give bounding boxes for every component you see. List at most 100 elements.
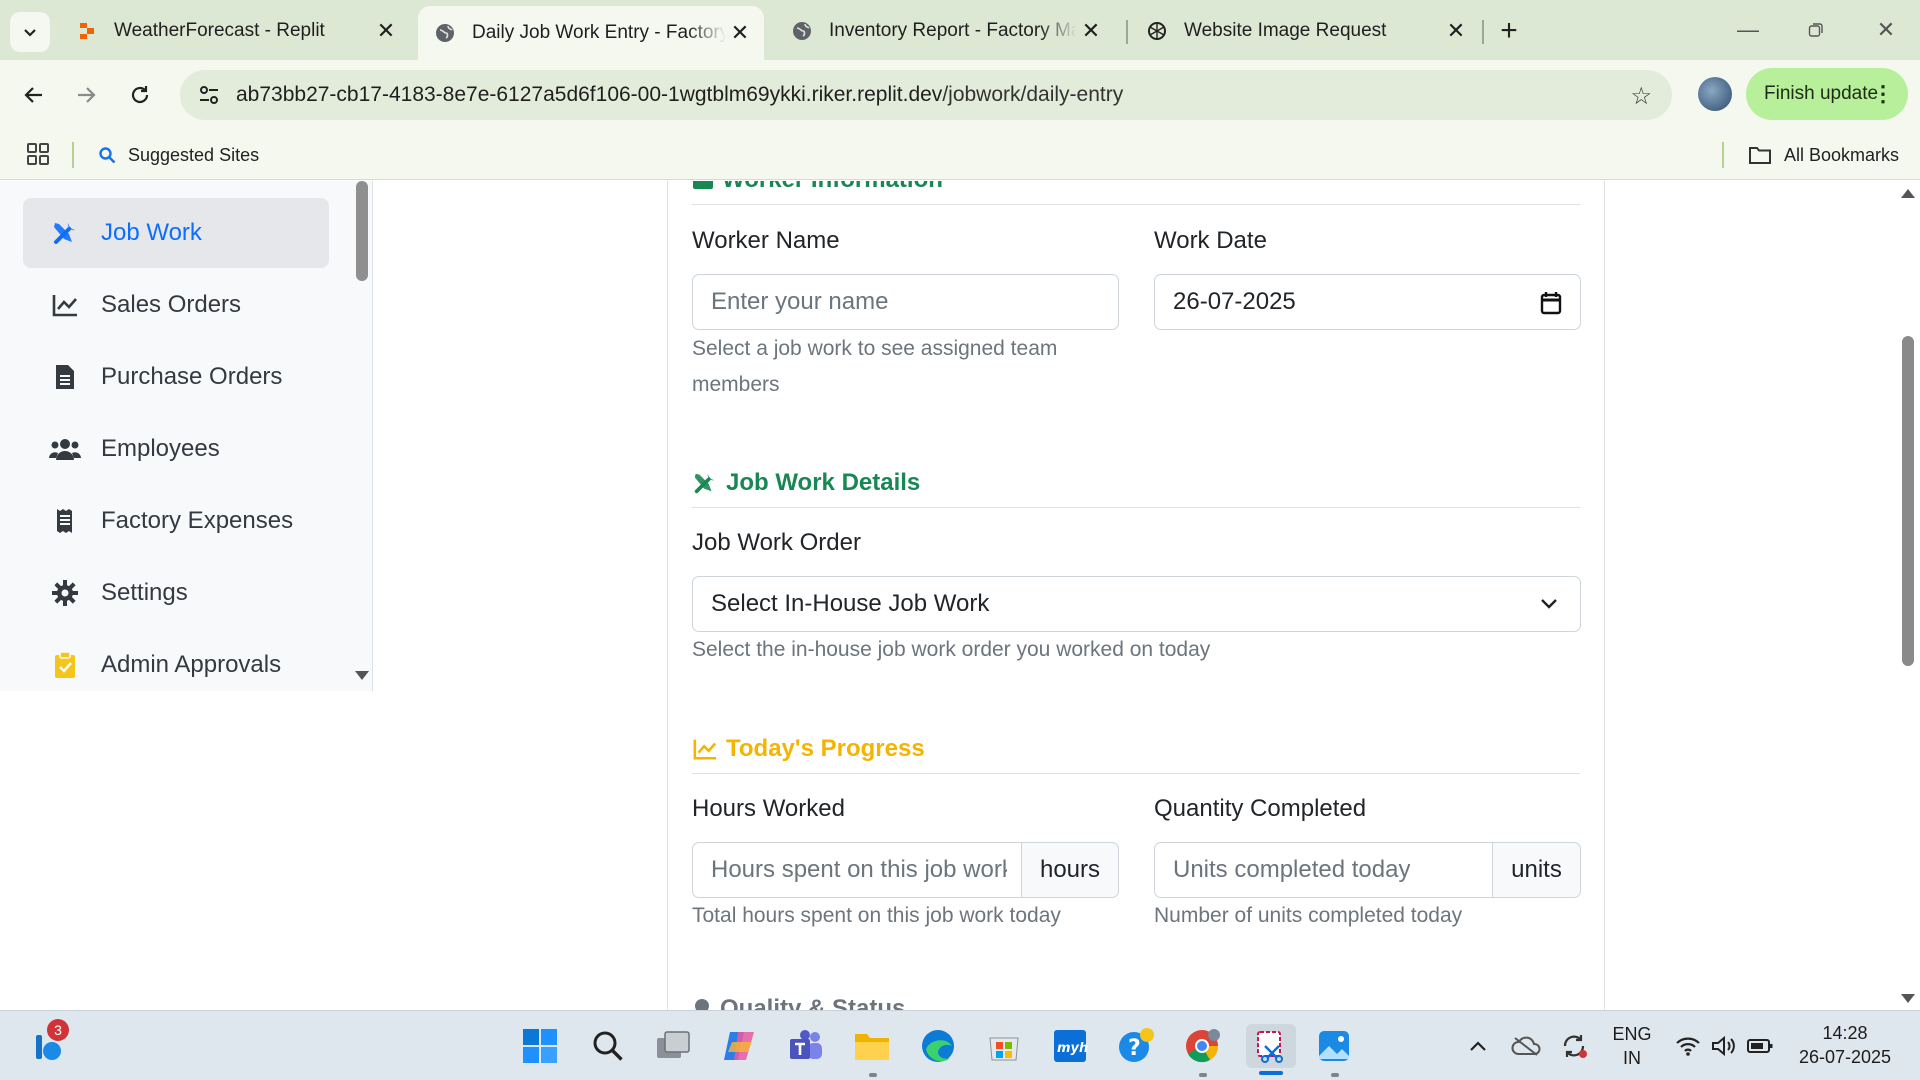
region-code: IN (1623, 1048, 1641, 1068)
finish-update-button[interactable]: Finish update ⋮ (1746, 68, 1908, 120)
clipboard-check-icon (47, 651, 83, 679)
worker-name-input[interactable]: Enter your name (692, 274, 1119, 330)
scroll-up-arrow-icon[interactable] (1901, 189, 1915, 198)
onedrive-icon[interactable] (1504, 1024, 1548, 1068)
get-help-icon[interactable]: ? (1114, 1024, 1158, 1068)
close-tab-icon[interactable]: ✕ (726, 19, 754, 47)
work-date-value: 26-07-2025 (1173, 288, 1296, 315)
users-icon (47, 437, 83, 461)
language-indicator[interactable]: ENG IN (1604, 1022, 1660, 1070)
copilot-icon[interactable] (718, 1024, 762, 1068)
search-icon[interactable] (586, 1024, 630, 1068)
openai-icon (1146, 20, 1168, 42)
chevron-up-icon[interactable] (1456, 1024, 1500, 1068)
section-worker-information: Worker Information (692, 181, 1580, 205)
tab-title: Website Image Request (1184, 20, 1387, 41)
tab-search-button[interactable] (10, 12, 50, 52)
widgets-badge: 3 (47, 1019, 69, 1041)
url-host: ab73bb27-cb17-4183-8e7e-6127a5d6f106-00-… (236, 83, 943, 106)
gear-icon (47, 579, 83, 607)
edge-icon[interactable] (916, 1024, 960, 1068)
tab-title: WeatherForecast - Replit (114, 20, 325, 41)
minimize-icon[interactable]: — (1718, 10, 1778, 50)
task-view-icon[interactable] (652, 1024, 696, 1068)
sync-icon[interactable] (1552, 1024, 1596, 1068)
chart-line-icon (692, 737, 718, 761)
clock[interactable]: 14:28 26-07-2025 (1786, 1021, 1904, 1069)
tab-separator (1482, 20, 1484, 44)
more-menu-icon[interactable]: ⋮ (1872, 81, 1894, 107)
scroll-down-arrow-icon[interactable] (1901, 994, 1915, 1003)
microsoft-store-icon[interactable] (982, 1024, 1026, 1068)
work-date-label: Work Date (1154, 227, 1267, 254)
tab-weatherforecast[interactable]: WeatherForecast - Replit ✕ (60, 10, 410, 52)
url-text: ab73bb27-cb17-4183-8e7e-6127a5d6f106-00-… (236, 83, 1123, 107)
restore-icon[interactable] (1786, 10, 1846, 50)
close-tab-icon[interactable]: ✕ (1442, 17, 1470, 45)
section-title: Worker Information (722, 181, 943, 194)
tab-daily-job-work-entry[interactable]: Daily Job Work Entry - Factory M ✕ (418, 6, 764, 60)
profile-avatar[interactable] (1698, 77, 1732, 111)
tab-inventory-report[interactable]: Inventory Report - Factory Man ✕ (775, 10, 1115, 52)
sidebar-item-label: Purchase Orders (101, 363, 283, 390)
sidebar-item-factory-expenses[interactable]: Factory Expenses (23, 486, 329, 556)
work-date-input[interactable]: 26-07-2025 (1154, 274, 1581, 330)
bookmark-star-icon[interactable]: ☆ (1630, 82, 1652, 111)
page-viewport: Job Work Sales Orders Purchase Orders Em… (0, 181, 1920, 1010)
calendar-icon[interactable] (1540, 291, 1562, 315)
file-explorer-icon[interactable] (850, 1024, 894, 1068)
bookmarks-bar: Suggested Sites All Bookmarks (0, 130, 1920, 180)
address-bar[interactable]: ab73bb27-cb17-4183-8e7e-6127a5d6f106-00-… (180, 70, 1672, 120)
tab-website-image-request[interactable]: Website Image Request ✕ (1130, 10, 1480, 52)
page-scrollbar-thumb[interactable] (1902, 336, 1914, 666)
open-app-indicator (1331, 1073, 1339, 1077)
tab-title: Daily Job Work Entry - Factory M (472, 22, 726, 43)
chrome-icon[interactable] (1180, 1024, 1224, 1068)
section-quality-status: Quality & Status (692, 984, 1580, 1010)
apps-grid-icon[interactable] (26, 142, 50, 171)
receipt-icon (47, 507, 83, 535)
sidebar-item-employees[interactable]: Employees (23, 414, 329, 484)
bookmark-label: All Bookmarks (1784, 144, 1900, 165)
quantity-completed-input[interactable]: Units completed today (1154, 842, 1493, 898)
sidebar-item-purchase-orders[interactable]: Purchase Orders (23, 342, 329, 412)
photos-icon[interactable] (1312, 1024, 1356, 1068)
job-work-order-help: Select the in-house job work order you w… (692, 638, 1211, 661)
sidebar-item-label: Sales Orders (101, 291, 242, 318)
hours-worked-input[interactable]: Hours spent on this job work (692, 842, 1022, 898)
job-work-order-select[interactable]: Select In-House Job Work (692, 576, 1581, 632)
scroll-down-arrow-icon[interactable] (355, 671, 369, 680)
sidebar-item-job-work[interactable]: Job Work (23, 198, 329, 268)
myhp-icon[interactable]: myhp (1048, 1024, 1092, 1068)
language-code: ENG (1612, 1024, 1652, 1044)
all-bookmarks-button[interactable]: All Bookmarks (1748, 138, 1899, 172)
forward-icon[interactable] (66, 75, 106, 115)
section-title: Quality & Status (720, 995, 906, 1010)
sidebar-item-admin-approvals[interactable]: Admin Approvals (23, 630, 329, 691)
sidebar-item-settings[interactable]: Settings (23, 558, 329, 628)
globe-icon (791, 20, 813, 42)
start-icon[interactable] (518, 1024, 562, 1068)
worker-name-label: Worker Name (692, 227, 840, 254)
close-window-icon[interactable]: ✕ (1856, 10, 1916, 50)
battery-icon[interactable] (1738, 1024, 1782, 1068)
section-title: Today's Progress (726, 734, 925, 762)
hours-unit-addon: hours (1021, 842, 1119, 898)
back-icon[interactable] (14, 75, 54, 115)
sidebar-scrollbar-thumb[interactable] (356, 181, 368, 281)
teams-icon[interactable] (784, 1024, 828, 1068)
reload-icon[interactable] (120, 75, 160, 115)
snipping-tool-icon[interactable] (1246, 1024, 1296, 1068)
tab-separator (1126, 20, 1128, 44)
clock-date: 26-07-2025 (1798, 1047, 1892, 1067)
close-tab-icon[interactable]: ✕ (1077, 17, 1105, 45)
folder-icon (1748, 145, 1772, 165)
new-tab-icon[interactable]: + (1492, 14, 1526, 48)
quantity-unit-addon: units (1492, 842, 1581, 898)
sidebar-item-sales-orders[interactable]: Sales Orders (23, 270, 329, 340)
quantity-completed-placeholder: Units completed today (1173, 856, 1411, 883)
close-tab-icon[interactable]: ✕ (372, 17, 400, 45)
site-info-icon[interactable] (194, 80, 224, 110)
bookmark-suggested-sites[interactable]: Suggested Sites (98, 138, 259, 172)
windows-taskbar: 3 myhp ? (0, 1010, 1920, 1080)
